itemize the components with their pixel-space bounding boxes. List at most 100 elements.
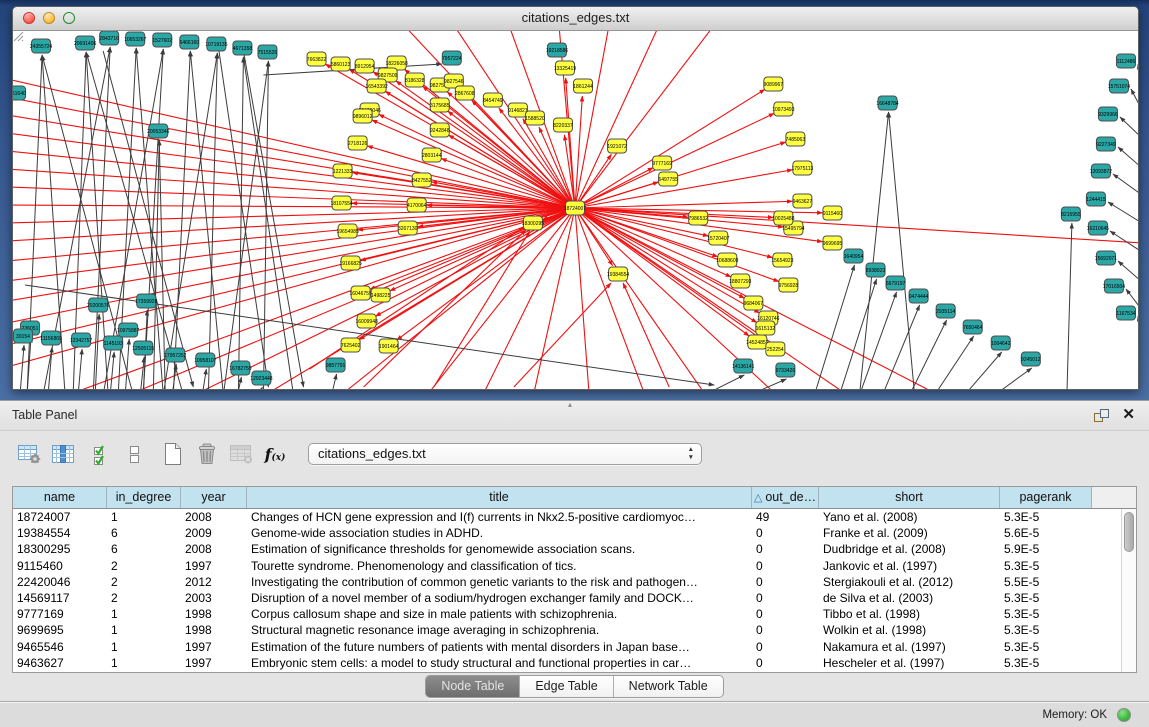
node-table: namein_degreeyeartitle△out_de…shortpager… (12, 486, 1137, 673)
table-cell: 1997 (181, 655, 247, 671)
table-cell: Structural magnetic resonance image aver… (247, 622, 752, 638)
table-cell: Dudbridge et al. (2008) (819, 541, 1000, 557)
table-row[interactable]: 1456911722003Disruption of a novel membe… (13, 590, 1120, 606)
table-cell: Hescheler et al. (1997) (819, 655, 1000, 671)
table-cell: Tourette syndrome. Phenomenology and cla… (247, 558, 752, 574)
tab-network-table[interactable]: Network Table (613, 676, 723, 697)
table-tabs-row: Node Table Edge Table Network Table (0, 675, 1149, 698)
table-cell: 5.3E-5 (1000, 509, 1092, 525)
column-header-short[interactable]: short (819, 487, 1000, 508)
row-height-icon[interactable] (122, 441, 148, 467)
close-traffic-light[interactable] (23, 12, 35, 24)
table-cell: 0 (752, 525, 819, 541)
table-cell: 5.3E-5 (1000, 622, 1092, 638)
table-panel-header: ▴ Table Panel ✕ (0, 401, 1149, 431)
table-cell: 5.6E-5 (1000, 525, 1092, 541)
table-panel-title: Table Panel (12, 401, 77, 429)
table-cell: 1 (107, 639, 181, 655)
row-checklist-icon[interactable] (88, 441, 114, 467)
table-row[interactable]: 1830029562008Estimation of significance … (13, 541, 1120, 557)
table-cell: 0 (752, 590, 819, 606)
table-cell: 2009 (181, 525, 247, 541)
table-cell: Changes of HCN gene expression and I(f) … (247, 509, 752, 525)
table-cell: Stergiakouli et al. (2012) (819, 574, 1000, 590)
table-row[interactable]: 946554611997Estimation of the future num… (13, 639, 1120, 655)
table-cell: 19384554 (13, 525, 107, 541)
table-cell: Disruption of a novel member of a sodium… (247, 590, 752, 606)
table-selector-value: citations_edges.txt (318, 446, 426, 461)
table-cell: 9777169 (13, 606, 107, 622)
column-header-pagerank[interactable]: pagerank (1000, 487, 1092, 508)
table-cell: Corpus callosum shape and size in male p… (247, 606, 752, 622)
column-header-year[interactable]: year (181, 487, 247, 508)
table-cell: 0 (752, 639, 819, 655)
table-cell: Tibbo et al. (1998) (819, 606, 1000, 622)
column-header-out_de[interactable]: △out_de… (752, 487, 819, 508)
table-settings-icon[interactable] (16, 441, 42, 467)
table-cell: 5.3E-5 (1000, 655, 1092, 671)
table-cell: 1 (107, 606, 181, 622)
table-cell: 9699695 (13, 622, 107, 638)
network-window-titlebar[interactable]: citations_edges.txt (13, 7, 1138, 31)
table-row[interactable]: 1938455462009Genome-wide association stu… (13, 525, 1120, 541)
column-header-name[interactable]: name (13, 487, 107, 508)
table-cell: 0 (752, 606, 819, 622)
table-row[interactable]: 911546021997Tourette syndrome. Phenomeno… (13, 558, 1120, 574)
zoom-traffic-light[interactable] (63, 12, 75, 24)
scrollbar-thumb[interactable] (1124, 512, 1134, 552)
network-window-title: citations_edges.txt (13, 7, 1138, 29)
tab-node-table[interactable]: Node Table (426, 676, 519, 697)
table-row[interactable]: 977716911998Corpus callosum shape and si… (13, 606, 1120, 622)
table-cell: 2 (107, 590, 181, 606)
select-columns-icon[interactable] (50, 441, 76, 467)
table-cell: 1 (107, 622, 181, 638)
table-cell: Jankovic et al. (1997) (819, 558, 1000, 574)
table-cell: Franke et al. (2009) (819, 525, 1000, 541)
table-cell: 2008 (181, 541, 247, 557)
table-cell: 0 (752, 655, 819, 671)
table-cell: Estimation of significance thresholds fo… (247, 541, 752, 557)
table-cell: 0 (752, 541, 819, 557)
table-cell: 5.3E-5 (1000, 639, 1092, 655)
vertical-scrollbar[interactable] (1121, 509, 1136, 672)
table-cell: 6 (107, 541, 181, 557)
splitter-handle-icon[interactable]: ▴ (568, 402, 582, 407)
header-spacer (1092, 487, 1136, 508)
table-cell: 5.3E-5 (1000, 558, 1092, 574)
memory-ok-indicator-icon (1117, 708, 1131, 722)
table-cell: 18724007 (13, 509, 107, 525)
resize-grip-icon[interactable] (13, 31, 1137, 388)
table-row[interactable]: 946362711997Embryonic stem cells: a mode… (13, 655, 1120, 671)
float-panel-icon[interactable] (1093, 408, 1110, 423)
table-row[interactable]: 1872400712008Changes of HCN gene express… (13, 509, 1120, 525)
table-row[interactable]: 969969511998Structural magnetic resonanc… (13, 622, 1120, 638)
table-row[interactable]: 2242004622012Investigating the contribut… (13, 574, 1120, 590)
table-panel: ▴ Table Panel ✕ (0, 400, 1149, 727)
column-header-in_degree[interactable]: in_degree (107, 487, 181, 508)
table-cell: 0 (752, 574, 819, 590)
table-cell: Embryonic stem cells: a model to study s… (247, 655, 752, 671)
table-cell: Nakamura et al. (1997) (819, 639, 1000, 655)
table-cell: 1997 (181, 639, 247, 655)
function-builder-icon[interactable]: f(x) (262, 441, 288, 467)
table-cell: de Silva et al. (2003) (819, 590, 1000, 606)
table-cell: Wolkin et al. (1998) (819, 622, 1000, 638)
table-cell: 2008 (181, 509, 247, 525)
table-cell: 22420046 (13, 574, 107, 590)
table-cell: 2 (107, 574, 181, 590)
table-cell: 1997 (181, 558, 247, 574)
close-panel-icon[interactable]: ✕ (1122, 406, 1135, 424)
combo-arrows-icon: ▲▼ (688, 446, 694, 461)
table-cell: 5.5E-5 (1000, 574, 1092, 590)
new-document-icon[interactable] (160, 441, 186, 467)
network-graph-area: 2435572420691406284371610653267152760264… (13, 31, 1138, 389)
table-cell: Investigating the contribution of common… (247, 574, 752, 590)
delete-rows-icon[interactable] (194, 441, 220, 467)
delete-table-icon (228, 441, 254, 467)
minimize-traffic-light[interactable] (43, 12, 55, 24)
network-view-desktop: citations_edges.txt 24355724206914062843… (0, 0, 1149, 400)
table-cell: 9463627 (13, 655, 107, 671)
tab-edge-table[interactable]: Edge Table (519, 676, 612, 697)
table-selector[interactable]: citations_edges.txt ▲▼ (308, 443, 702, 465)
column-header-title[interactable]: title (247, 487, 752, 508)
